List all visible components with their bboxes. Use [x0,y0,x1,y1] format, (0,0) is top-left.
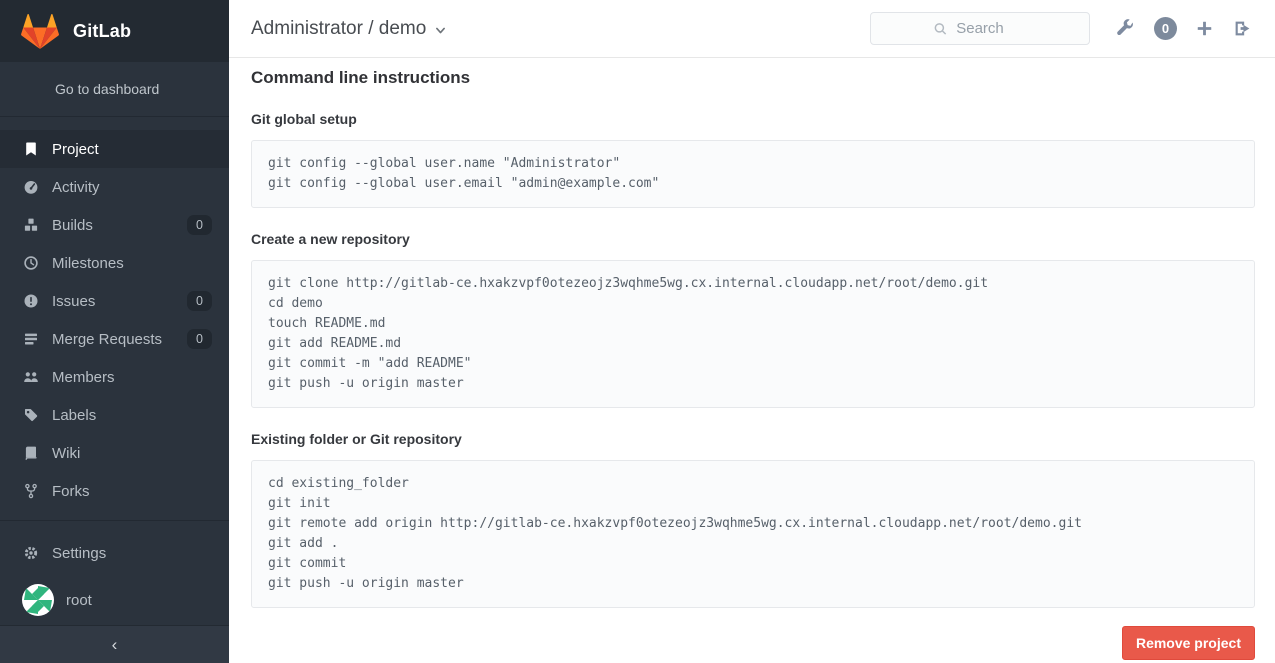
instruction-section: Create a new repository git clone http://… [251,230,1255,408]
gitlab-tanuki-icon [21,14,59,49]
sidebar-item-labels[interactable]: Labels [0,396,229,434]
sidebar-item-label: Settings [52,545,212,562]
count-badge: 0 [187,215,212,235]
sidebar-item-label: Merge Requests [52,331,187,348]
sidebar: GitLab Go to dashboard Project Activity Bu… [0,0,229,663]
sidebar-collapse-button[interactable]: ‹ [0,625,229,663]
count-badge: 0 [187,329,212,349]
sidebar-item-merge-requests[interactable]: Merge Requests0 [0,320,229,358]
sidebar-item-settings[interactable]: Settings [0,534,229,572]
page-title: Command line instructions [251,68,1255,88]
sidebar-item-label: Forks [52,483,212,500]
sidebar-item-label: Builds [52,217,187,234]
exclamation-circle-icon [23,293,39,309]
sidebar-nav: ProjectActivityBuilds0MilestonesIssues0M… [0,117,229,510]
sidebar-item-label: Members [52,369,212,386]
go-to-dashboard-label: Go to dashboard [55,81,159,97]
gitlab-app: GitLab Go to dashboard Project Activity Bu… [0,0,1275,663]
chevron-left-icon: ‹ [112,635,118,655]
merge-request-icon [23,331,39,347]
code-block: git config --global user.name "Administr… [251,140,1255,208]
code-block: git clone http://gitlab-ce.hxakzvpf0otez… [251,260,1255,408]
sidebar-item-wiki[interactable]: Wiki [0,434,229,472]
bookmark-icon [23,141,39,157]
instruction-section: Git global setup git config --global user… [251,110,1255,208]
sidebar-item-label: Project [52,141,212,158]
sidebar-item-label: Wiki [52,445,212,462]
instruction-section: Existing folder or Git repository cd exis… [251,430,1255,608]
search-box[interactable] [870,12,1090,45]
section-heading: Existing folder or Git repository [251,430,1255,448]
todos-count-badge[interactable]: 0 [1154,17,1177,40]
remove-project-button[interactable]: Remove project [1122,626,1255,660]
avatar [22,584,54,616]
clock-icon [23,255,39,271]
gears-icon [23,545,39,561]
sidebar-item-label: Milestones [52,255,212,272]
sidebar-item-label: Issues [52,293,187,310]
code-block: cd existing_folder git init git remote a… [251,460,1255,608]
sidebar-item-project[interactable]: Project [0,130,229,168]
chevron-down-icon [434,24,447,37]
username-label: root [66,592,92,609]
plus-icon[interactable] [1195,19,1215,39]
search-icon [933,21,948,36]
wrench-icon[interactable] [1116,19,1136,39]
sidebar-item-activity[interactable]: Activity [0,168,229,206]
sidebar-item-members[interactable]: Members [0,358,229,396]
sidebar-item-label: Activity [52,179,212,196]
top-bar: Administrator / demo 0 [229,0,1275,58]
brand-name: GitLab [73,21,131,42]
sidebar-item-builds[interactable]: Builds0 [0,206,229,244]
count-badge: 0 [187,291,212,311]
gitlab-logo-link[interactable]: GitLab [0,0,229,62]
go-to-dashboard-link[interactable]: Go to dashboard [0,62,229,117]
fork-icon [23,483,39,499]
breadcrumb-label: Administrator / demo [251,18,426,40]
main-content: Command line instructions Git global set… [229,58,1275,663]
search-input[interactable] [871,13,1089,44]
project-breadcrumb[interactable]: Administrator / demo [251,18,447,40]
dashboard-icon [23,179,39,195]
sidebar-user[interactable]: root [0,572,229,616]
cubes-icon [23,217,39,233]
sidebar-item-forks[interactable]: Forks [0,472,229,510]
tags-icon [23,407,39,423]
todos-count: 0 [1162,21,1169,36]
section-heading: Create a new repository [251,230,1255,248]
sidebar-item-label: Labels [52,407,212,424]
sidebar-item-milestones[interactable]: Milestones [0,244,229,282]
sign-out-icon[interactable] [1233,19,1253,39]
users-icon [23,369,39,385]
sidebar-item-issues[interactable]: Issues0 [0,282,229,320]
section-heading: Git global setup [251,110,1255,128]
book-icon [23,445,39,461]
